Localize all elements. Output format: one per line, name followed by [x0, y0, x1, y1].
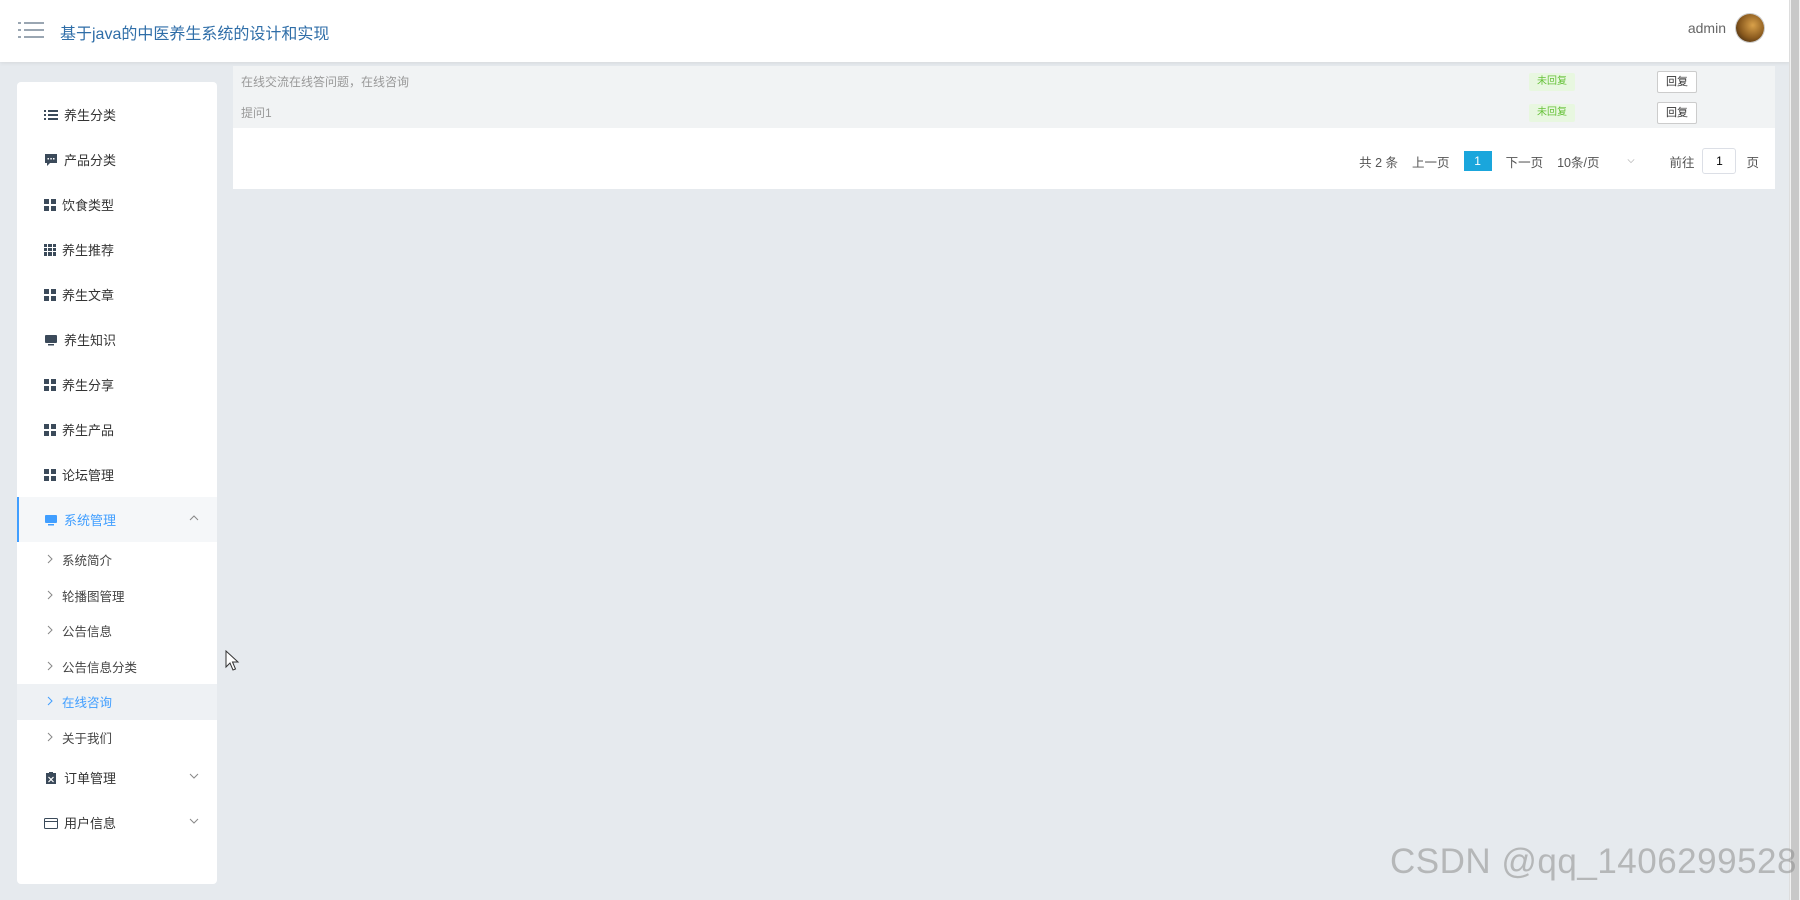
sidebar-item-health-share[interactable]: 养生分享 — [17, 362, 217, 407]
sub-item-label: 系统简介 — [62, 554, 113, 569]
sub-item-notice-category[interactable]: 公告信息分类 — [17, 649, 217, 685]
page-size-select[interactable]: 10条/页 — [1557, 152, 1635, 171]
chevron-right-icon — [47, 696, 53, 706]
sidebar-item-label: 系统管理 — [64, 513, 117, 528]
username[interactable]: admin — [1688, 20, 1726, 36]
sub-item-about-us[interactable]: 关于我们 — [17, 720, 217, 756]
system-submenu: 系统简介 轮播图管理 公告信息 公告信息分类 在线咨询 关于我们 — [17, 542, 217, 755]
next-page-button[interactable]: 下一页 — [1506, 152, 1544, 171]
list-icon — [44, 109, 58, 120]
sub-item-online-consult[interactable]: 在线咨询 — [17, 684, 217, 720]
user-area[interactable]: admin — [1688, 14, 1764, 42]
sub-item-carousel[interactable]: 轮播图管理 — [17, 578, 217, 614]
sub-item-label: 关于我们 — [62, 731, 113, 746]
sidebar-item-orders[interactable]: 订单管理 — [17, 755, 217, 800]
grid-icon — [44, 288, 56, 301]
sub-item-system-intro[interactable]: 系统简介 — [17, 542, 217, 578]
comment-icon — [45, 153, 57, 166]
vertical-scrollbar[interactable] — [1789, 0, 1800, 900]
sidebar-item-label: 养生推荐 — [62, 243, 115, 258]
card-icon — [44, 817, 58, 829]
sidebar-item-health-article[interactable]: 养生文章 — [17, 272, 217, 317]
monitor-icon — [45, 514, 57, 525]
sidebar-item-health-category[interactable]: 养生分类 — [17, 92, 217, 137]
sidebar-item-label: 养生知识 — [64, 333, 117, 348]
page-suffix: 页 — [1746, 155, 1759, 170]
table-row: 在线交流在线答问题，在线咨询 未回复 回复 — [233, 66, 1775, 97]
sidebar-item-diet-type[interactable]: 饮食类型 — [17, 182, 217, 227]
mouse-cursor-icon — [225, 650, 240, 671]
total-count: 共 2 条 — [1359, 155, 1399, 170]
watermark: CSDN @qq_1406299528 — [1390, 842, 1797, 881]
avatar[interactable] — [1736, 14, 1764, 42]
chevron-right-icon — [47, 625, 53, 635]
chevron-down-icon — [1627, 159, 1635, 164]
grid-icon — [44, 198, 56, 211]
sidebar-item-users[interactable]: 用户信息 — [17, 800, 217, 845]
page-size-value: 10条/页 — [1557, 155, 1600, 170]
sub-item-notice[interactable]: 公告信息 — [17, 613, 217, 649]
chevron-down-icon — [189, 818, 199, 824]
clipboard-icon — [46, 771, 56, 784]
sidebar-item-label: 产品分类 — [64, 153, 117, 168]
grid-icon — [44, 423, 56, 436]
top-header: 基于java的中医养生系统的设计和实现 admin — [0, 0, 1790, 62]
page-number-current[interactable]: 1 — [1463, 151, 1492, 171]
reply-button[interactable]: 回复 — [1657, 70, 1697, 93]
app-title: 基于java的中医养生系统的设计和实现 — [60, 26, 330, 43]
sub-item-label: 轮播图管理 — [62, 589, 125, 604]
status-badge: 未回复 — [1529, 72, 1575, 91]
chevron-right-icon — [47, 590, 53, 599]
status-badge: 未回复 — [1529, 103, 1575, 122]
sidebar-item-health-knowledge[interactable]: 养生知识 — [17, 317, 217, 362]
sidebar-item-label: 论坛管理 — [62, 468, 115, 483]
sidebar-item-label: 用户信息 — [64, 816, 117, 831]
sidebar-item-health-recommend[interactable]: 养生推荐 — [17, 227, 217, 272]
monitor-icon — [45, 334, 57, 345]
table-row: 提问1 未回复 回复 — [233, 97, 1775, 128]
chevron-down-icon — [189, 773, 199, 779]
sub-item-label: 公告信息 — [62, 625, 113, 640]
chevron-up-icon — [189, 515, 199, 521]
sidebar-item-forum[interactable]: 论坛管理 — [17, 452, 217, 497]
prev-page-button[interactable]: 上一页 — [1412, 152, 1450, 171]
sidebar-item-health-product[interactable]: 养生产品 — [17, 407, 217, 452]
grid9-icon — [44, 243, 56, 256]
sidebar-item-system[interactable]: 系统管理 — [17, 497, 217, 542]
grid-icon — [44, 378, 56, 391]
sidebar-item-label: 养生分类 — [64, 108, 117, 123]
chevron-right-icon — [47, 554, 53, 564]
sidebar-item-label: 订单管理 — [64, 771, 117, 786]
sidebar-item-label: 养生产品 — [62, 423, 115, 438]
scrollbar-thumb[interactable] — [1791, 0, 1799, 900]
question-text: 提问1 — [241, 106, 272, 120]
chevron-right-icon — [47, 732, 53, 741]
consult-table-panel: 在线交流在线答问题，在线咨询 未回复 回复 提问1 未回复 回复 共 2 条 上… — [233, 66, 1775, 189]
sidebar-item-label: 养生文章 — [62, 288, 115, 303]
page-jump-input[interactable] — [1702, 148, 1737, 174]
chevron-right-icon — [47, 661, 53, 670]
sidebar-item-label: 饮食类型 — [62, 198, 115, 213]
pagination: 共 2 条 上一页 1 下一页 10条/页 前往 页 — [1345, 148, 1759, 174]
sidebar: 养生分类 产品分类 饮食类型 养生推荐 养生文章 养生知识 养生分享 养生产品 … — [17, 82, 217, 884]
sidebar-item-product-category[interactable]: 产品分类 — [17, 137, 217, 182]
question-text: 在线交流在线答问题，在线咨询 — [241, 75, 410, 89]
grid-icon — [44, 468, 56, 481]
sub-item-label: 在线咨询 — [62, 696, 113, 711]
sidebar-item-label: 养生分享 — [62, 378, 115, 393]
sub-item-label: 公告信息分类 — [62, 660, 138, 675]
menu-toggle-icon[interactable] — [18, 20, 44, 42]
reply-button[interactable]: 回复 — [1657, 101, 1697, 124]
goto-label: 前往 — [1669, 155, 1695, 170]
